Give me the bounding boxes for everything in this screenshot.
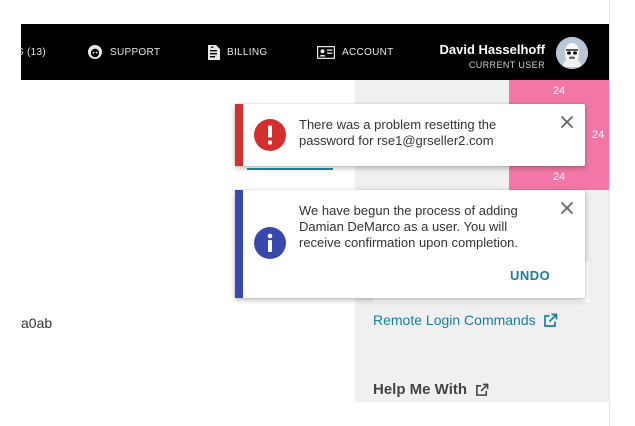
error-notification: There was a problem resetting the passwo… [235, 104, 585, 166]
heading-label: Help Me With [373, 381, 468, 398]
info-icon [254, 227, 286, 264]
nav-item-billing[interactable]: BILLING [207, 24, 267, 80]
invoice-icon [207, 44, 220, 60]
badge-count: 24 [553, 85, 566, 97]
top-navigation-bar: S (13) SUPPORT [21, 24, 609, 80]
support-agent-icon [87, 44, 103, 60]
notification-message: There was a problem resetting the passwo… [299, 117, 497, 148]
undo-button[interactable]: UNDO [510, 268, 550, 283]
remote-login-commands-link[interactable]: Remote Login Commands [373, 312, 558, 328]
current-user-role: CURRENT USER [468, 60, 545, 70]
badge-count: 24 [592, 129, 605, 141]
external-link-icon [543, 313, 558, 328]
help-me-with-heading[interactable]: Help Me With [373, 381, 489, 398]
link-label: Remote Login Commands [373, 312, 536, 328]
error-alert-icon [254, 119, 286, 156]
stormtrooper-avatar-icon [556, 37, 588, 69]
window-edge [609, 0, 635, 426]
badge-count: 24 [553, 171, 566, 183]
nav-item-account[interactable]: ACCOUNT [317, 24, 394, 80]
external-link-icon [475, 383, 489, 397]
nav-item-label: S (13) [21, 46, 47, 58]
nav-item-label: SUPPORT [110, 46, 161, 58]
info-accent-bar [235, 190, 243, 298]
app-window: S (13) SUPPORT [21, 24, 609, 402]
close-icon[interactable] [559, 200, 575, 216]
nav-item-label: ACCOUNT [342, 46, 394, 58]
nav-item-label: BILLING [227, 46, 268, 58]
close-icon[interactable] [559, 114, 575, 130]
nav-item-truncated[interactable]: S (13) [21, 24, 46, 80]
user-avatar[interactable] [556, 37, 588, 69]
id-card-icon [317, 45, 335, 59]
partial-id-text: a0ab [21, 315, 53, 331]
info-notification: We have begun the process of adding Dami… [235, 190, 585, 298]
notification-message: We have begun the process of adding Dami… [299, 203, 518, 250]
error-accent-bar [235, 104, 243, 166]
current-user-name[interactable]: David Hasselhoff [440, 42, 545, 57]
nav-item-support[interactable]: SUPPORT [87, 24, 160, 80]
